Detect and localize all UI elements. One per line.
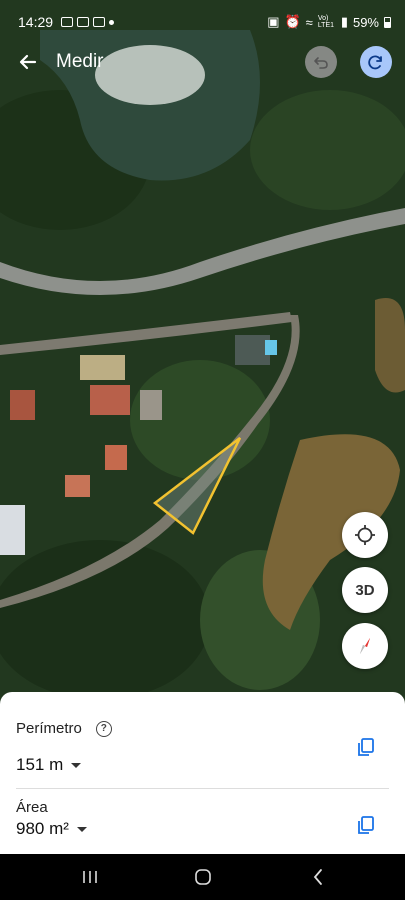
system-icons: ▣ ⏰ ≈ Vo) LTE1 ▮ 59% [267,14,391,30]
nav-back-button[interactable] [303,864,333,890]
perimeter-unit-dropdown[interactable]: 151 m [16,755,82,775]
compass-button[interactable] [342,623,388,669]
recents-button[interactable] [75,864,105,890]
three-d-button[interactable]: 3D [342,567,388,613]
network-indicator: Vo) LTE1 [317,15,335,29]
copy-area-button[interactable] [355,814,377,836]
chevron-down-icon [71,762,82,768]
chevron-down-icon [76,826,87,832]
more-notifications-icon [109,19,115,25]
area-label-row: Área [16,799,48,816]
area-value: 980 m² [16,819,69,838]
my-location-button[interactable] [342,512,388,558]
three-d-label: 3D [355,581,375,599]
back-chevron-icon [313,869,322,885]
battery-percent: 59% [352,14,379,30]
back-button[interactable] [0,40,56,84]
status-bar: 14:29 ▣ ⏰ ≈ Vo) LTE1 ▮ 59% [0,0,405,44]
redo-button[interactable] [360,46,392,78]
home-icon [195,869,211,885]
app-bar: Medir [0,40,405,84]
area-label: Área [16,799,48,816]
calendar-icon [93,17,106,27]
wifi-icon: ≈ [305,14,313,30]
gallery-icon [61,17,74,27]
home-button[interactable] [188,864,218,890]
page-title: Medir [56,51,104,72]
divider [16,788,389,789]
perimeter-label: Perímetro [16,720,82,737]
area-unit-dropdown[interactable]: 980 m² [16,819,87,839]
recents-icon [83,871,97,883]
system-navigation-bar [0,854,405,900]
lock-icon: ▣ [267,14,280,29]
measurement-sheet: Perímetro ? 151 m Área 980 m² [0,692,405,854]
mail-icon [77,17,90,27]
alarm-icon: ⏰ [284,14,301,29]
status-time: 14:29 [18,14,54,30]
my-location-icon [355,525,375,545]
help-icon[interactable]: ? [95,720,112,737]
undo-icon [314,57,328,69]
perimeter-value: 151 m [16,755,64,774]
battery-icon [384,16,391,28]
redo-icon [368,55,382,70]
map-imagery [0,0,405,710]
notification-icons [61,17,115,27]
perimeter-label-row: Perímetro ? [16,720,112,737]
signal-icon: ▮ [340,14,348,29]
undo-button[interactable] [305,46,337,78]
satellite-map[interactable] [0,0,405,710]
compass-icon [360,638,370,654]
arrow-left-icon [19,54,37,70]
copy-perimeter-button[interactable] [355,736,377,758]
